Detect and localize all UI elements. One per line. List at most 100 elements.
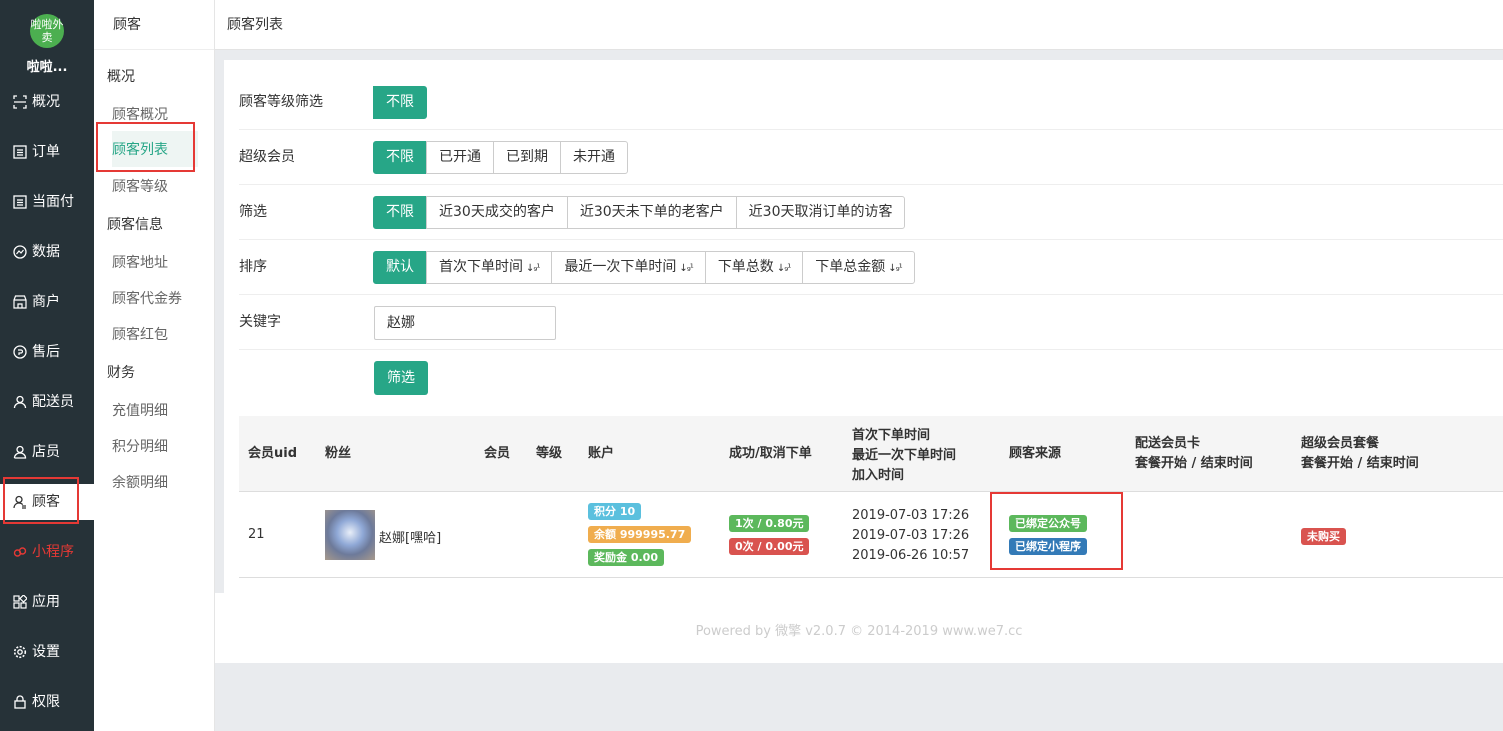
apps-icon — [12, 594, 28, 610]
nav-item-clerk[interactable]: 店员 — [0, 434, 94, 470]
page-title: 顾客列表 — [215, 0, 1503, 50]
sort-option-last-order[interactable]: 最近一次下单时间 ↓₉¹ — [551, 251, 706, 284]
cancel-orders-badge: 0次 / 0.00元 — [729, 538, 810, 555]
logo: 啦啦外卖 — [30, 14, 64, 48]
miniprogram-icon — [12, 544, 28, 560]
filter-option-no-order-30d[interactable]: 近30天未下单的老客户 — [566, 196, 737, 229]
keyword-input[interactable]: 赵娜 — [374, 306, 556, 340]
sort-desc-icon: ↓₉¹ — [776, 263, 791, 274]
table-header: 会员uid 粉丝 会员 等级 账户 成功/取消下单 首次下单时间 最近一次下单时… — [239, 416, 1503, 492]
sub-link-customer-coupon[interactable]: 顾客代金券 — [112, 288, 182, 308]
main-nav: 啦啦外卖 啦啦... 概况 订单 当面付 数据 商户 售后 配送员 店员 顾客 … — [0, 0, 94, 731]
nav-label: 商户 — [32, 294, 60, 310]
filter-option-all[interactable]: 不限 — [373, 196, 427, 229]
nav-label: 当面付 — [32, 194, 74, 210]
nav-item-settings[interactable]: 设置 — [0, 634, 94, 670]
super-option-expired[interactable]: 已到期 — [493, 141, 561, 174]
super-option-all[interactable]: 不限 — [373, 141, 427, 174]
nav-label: 售后 — [32, 344, 60, 360]
nav-label: 店员 — [32, 444, 60, 460]
nav-item-merchant[interactable]: 商户 — [0, 284, 94, 320]
filter-label: 关键字 — [239, 314, 281, 330]
filter-label: 顾客等级筛选 — [239, 94, 323, 110]
footer: Powered by 微擎 v2.0.7 © 2014-2019 www.we7… — [695, 624, 1023, 639]
filter-label: 超级会员 — [239, 149, 295, 165]
highlight-box — [3, 477, 79, 524]
col-level: 等级 — [536, 446, 563, 461]
sub-link-customer-overview[interactable]: 顾客概况 — [112, 104, 168, 124]
sort-label: 下单总数 — [717, 259, 774, 275]
sub-link-customer-redpacket[interactable]: 顾客红包 — [112, 324, 168, 344]
nav-label: 应用 — [32, 594, 60, 610]
col-member: 会员 — [484, 446, 511, 461]
sub-group-customer-info: 顾客信息 — [107, 217, 163, 233]
sort-option-order-amount[interactable]: 下单总金额 ↓₉¹ — [802, 251, 915, 284]
sort-label: 下单总金额 — [815, 259, 886, 275]
sort-option-first-order[interactable]: 首次下单时间 ↓₉¹ — [426, 251, 553, 284]
highlight-box — [990, 492, 1123, 570]
col-super-package: 超级会员套餐 套餐开始 / 结束时间 — [1301, 434, 1419, 474]
col-times: 首次下单时间 最近一次下单时间 加入时间 — [852, 426, 956, 486]
list-icon — [12, 144, 28, 160]
chart-icon — [12, 244, 28, 260]
nav-item-orders[interactable]: 订单 — [0, 134, 94, 170]
last-order-time: 2019-07-03 17:26 — [852, 528, 970, 543]
sort-option-order-count[interactable]: 下单总数 ↓₉¹ — [704, 251, 804, 284]
filter-submit-button[interactable]: 筛选 — [374, 361, 428, 395]
first-order-time: 2019-07-03 17:26 — [852, 508, 970, 523]
col-delivery-card: 配送会员卡 套餐开始 / 结束时间 — [1135, 434, 1253, 474]
highlight-box — [96, 122, 195, 172]
gear-icon — [12, 644, 28, 660]
nav-label: 权限 — [32, 694, 60, 710]
nav-item-aftersale[interactable]: 售后 — [0, 334, 94, 370]
filter-option-deal-30d[interactable]: 近30天成交的客户 — [426, 196, 568, 229]
col-last-order: 最近一次下单时间 — [852, 448, 957, 463]
store-icon — [12, 294, 28, 310]
filter-row-level: 顾客等级筛选 不限 — [239, 75, 1503, 130]
filter-option-cancel-30d[interactable]: 近30天取消订单的访客 — [735, 196, 906, 229]
sub-link-recharge-detail[interactable]: 充值明细 — [112, 400, 168, 420]
sub-group-overview: 概况 — [107, 69, 135, 85]
sort-options: 默认 首次下单时间 ↓₉¹ 最近一次下单时间 ↓₉¹ 下单总数 ↓₉¹ 下单总金额 ↓₉… — [373, 251, 915, 284]
col-account: 账户 — [588, 446, 615, 461]
bonus-badge: 奖励金 0.00 — [588, 549, 664, 566]
super-option-not-opened[interactable]: 未开通 — [560, 141, 628, 174]
user-icon — [12, 444, 28, 460]
level-options: 不限 — [373, 86, 427, 119]
cell-times: 2019-07-03 17:26 2019-07-03 17:26 2019-0… — [852, 506, 969, 566]
level-option-all[interactable]: 不限 — [373, 86, 427, 119]
nav-item-courier[interactable]: 配送员 — [0, 384, 94, 420]
sort-label: 最近一次下单时间 — [564, 259, 677, 275]
success-orders-badge: 1次 / 0.80元 — [729, 515, 810, 532]
col-uid: 会员uid — [248, 446, 298, 461]
nav-label: 配送员 — [32, 394, 74, 410]
nav-item-data[interactable]: 数据 — [0, 234, 94, 270]
col-first-order: 首次下单时间 — [852, 428, 931, 443]
nav-item-apps[interactable]: 应用 — [0, 584, 94, 620]
sub-link-customer-address[interactable]: 顾客地址 — [112, 252, 168, 272]
shop-name[interactable]: 啦啦... — [0, 56, 94, 75]
avatar — [325, 510, 375, 560]
sub-link-points-detail[interactable]: 积分明细 — [112, 436, 168, 456]
brand: 啦啦外卖 啦啦... — [0, 0, 94, 84]
filter-label: 筛选 — [239, 204, 267, 220]
nav-item-overview[interactable]: 概况 — [0, 84, 94, 120]
sort-desc-icon: ↓₉¹ — [679, 263, 693, 274]
sort-option-default[interactable]: 默认 — [373, 251, 427, 284]
sub-link-balance-detail[interactable]: 余额明细 — [112, 472, 168, 492]
not-purchased-badge: 未购买 — [1301, 528, 1346, 545]
nav-item-permissions[interactable]: 权限 — [0, 684, 94, 720]
filter-row-submit: 筛选 — [239, 350, 1503, 405]
cell-uid: 21 — [248, 527, 265, 542]
points-badge: 积分 10 — [588, 503, 642, 520]
col-super-period: 套餐开始 / 结束时间 — [1301, 456, 1419, 471]
col-card-title: 配送会员卡 — [1135, 436, 1201, 451]
col-card-period: 套餐开始 / 结束时间 — [1135, 456, 1253, 471]
nav-item-miniprogram[interactable]: 小程序 — [0, 534, 94, 570]
balance-badge: 余额 999995.77 — [588, 526, 692, 543]
sub-link-customer-level[interactable]: 顾客等级 — [112, 176, 168, 196]
nav-item-facepay[interactable]: 当面付 — [0, 184, 94, 220]
super-option-opened[interactable]: 已开通 — [426, 141, 494, 174]
table-row[interactable]: 21 赵娜[嘿哈] 积分 10 余额 999995.77 奖励金 0.00 1次… — [239, 492, 1503, 578]
nav-label: 数据 — [32, 244, 60, 260]
